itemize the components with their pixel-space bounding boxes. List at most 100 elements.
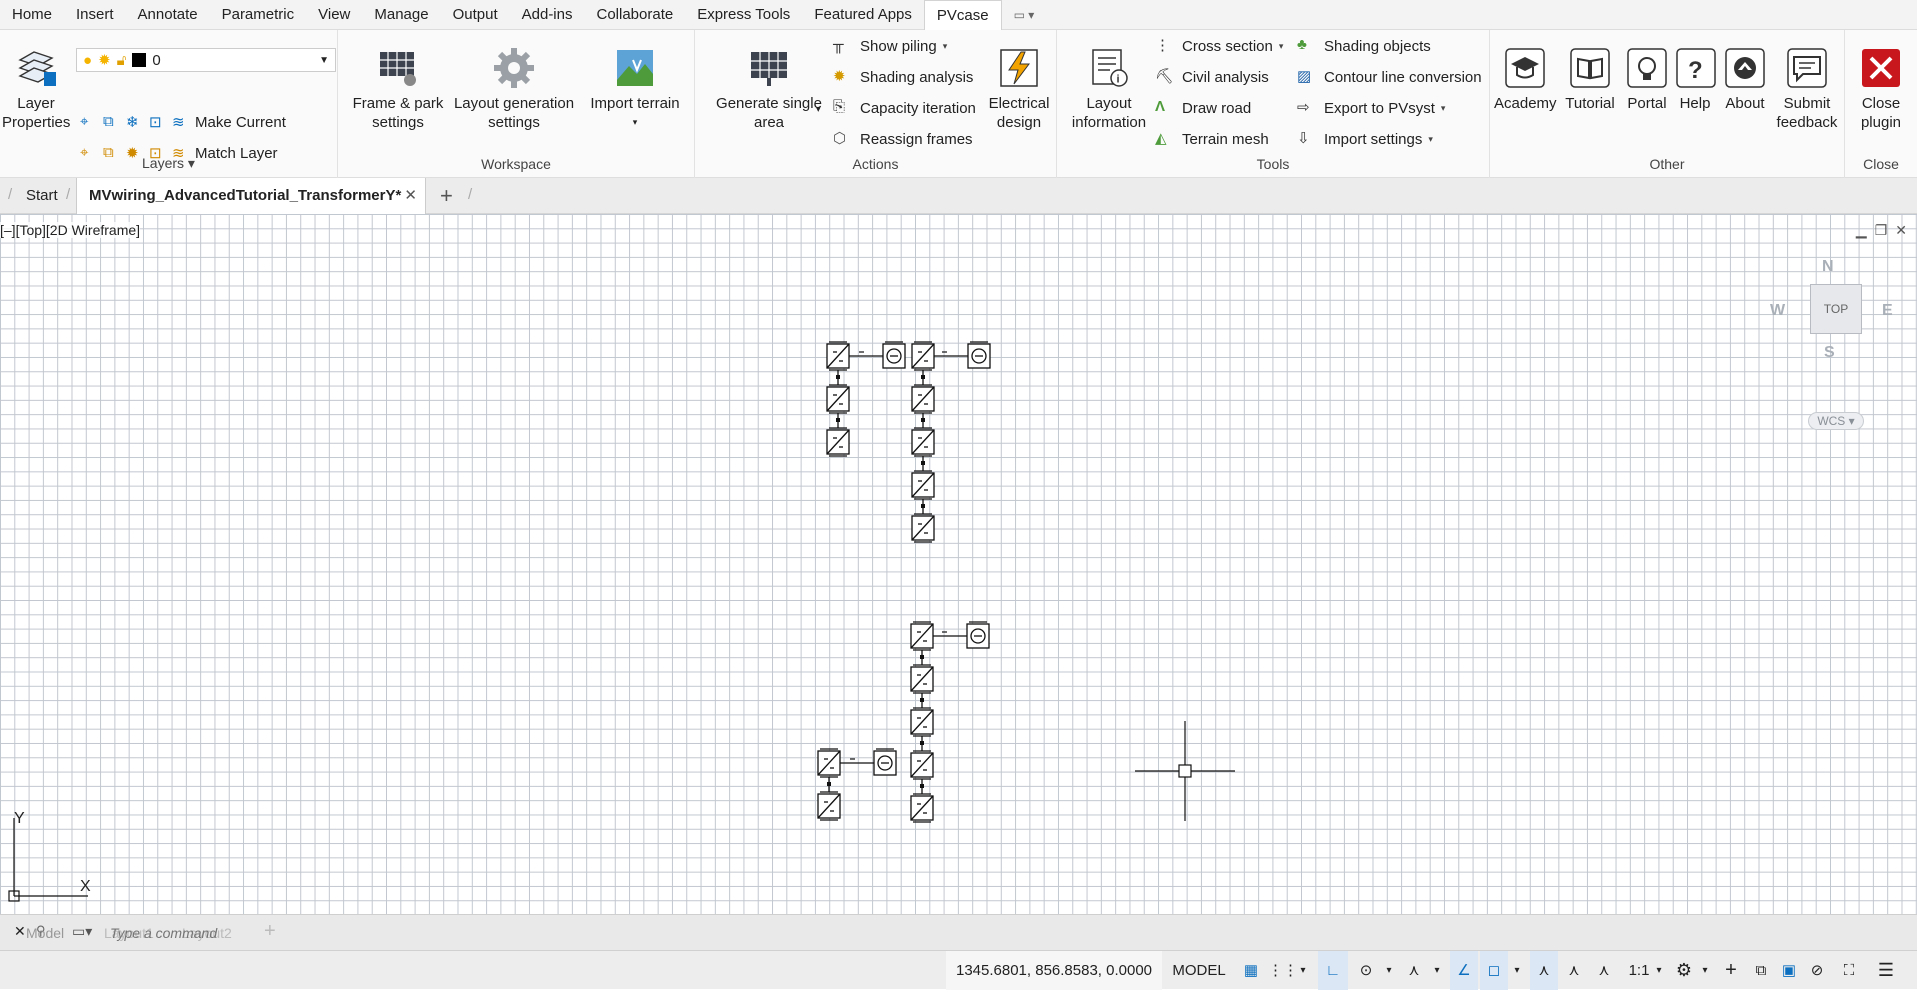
tutorial-button[interactable]: Tutorial: [1562, 46, 1618, 113]
cable-joint[interactable]: [920, 655, 924, 659]
layout-information-button[interactable]: i Layout information: [1063, 46, 1155, 132]
viewcube[interactable]: N W E TOP S: [1770, 258, 1893, 368]
annotation-scale-icon[interactable]: ⋏: [1590, 951, 1618, 990]
tab-insert[interactable]: Insert: [64, 0, 126, 30]
layer-off-icon[interactable]: ⧉: [103, 113, 121, 131]
clean-screen-icon[interactable]: ⊘: [1804, 951, 1830, 990]
tab-annotate[interactable]: Annotate: [126, 0, 210, 30]
plus-icon[interactable]: +: [1718, 951, 1744, 990]
reassign-frames-button[interactable]: ⬡ Reassign frames: [833, 127, 973, 151]
chevron-down-icon[interactable]: ▾: [1652, 951, 1666, 990]
viewcube-east-label[interactable]: E: [1882, 302, 1893, 320]
inverter-block[interactable]: [911, 341, 935, 371]
minimize-icon[interactable]: ▁: [1856, 222, 1867, 239]
viewcube-south-label[interactable]: S: [1824, 344, 1835, 362]
panel-title-layers[interactable]: Layers ▾: [0, 155, 337, 172]
close-plugin-button[interactable]: Close plugin: [1851, 46, 1911, 132]
viewcube-west-label[interactable]: W: [1770, 302, 1785, 320]
cable-joint[interactable]: [920, 784, 924, 788]
capacity-iteration-button[interactable]: ⎘ Capacity iteration: [833, 96, 976, 120]
layer-lock-icon[interactable]: ⊡: [149, 113, 167, 131]
chevron-down-icon[interactable]: ▾: [1510, 951, 1524, 990]
chevron-down-icon[interactable]: ▾: [1296, 951, 1310, 990]
inverter-block[interactable]: [910, 621, 934, 651]
command-close-icon[interactable]: ✕: [14, 923, 26, 940]
ortho-icon[interactable]: ∟: [1318, 951, 1348, 990]
import-settings-button[interactable]: ⇩ Import settings ▾: [1297, 127, 1433, 151]
cable-joint[interactable]: [921, 504, 925, 508]
inverter-block[interactable]: [910, 664, 934, 694]
academy-button[interactable]: Academy: [1494, 46, 1557, 113]
tab-add-ins[interactable]: Add-ins: [510, 0, 585, 30]
civil-analysis-button[interactable]: ⛏ Civil analysis: [1155, 65, 1269, 89]
draw-road-button[interactable]: Λ Draw road: [1155, 96, 1251, 120]
transformer-block[interactable]: [873, 748, 897, 776]
cable-joint[interactable]: [836, 375, 840, 379]
inverter-block[interactable]: [910, 707, 934, 737]
help-button[interactable]: ? Help: [1674, 46, 1716, 113]
terrain-mesh-button[interactable]: ◭ Terrain mesh: [1155, 127, 1269, 151]
gear-icon[interactable]: ⚙: [1670, 951, 1698, 990]
tab-output[interactable]: Output: [441, 0, 510, 30]
shading-analysis-button[interactable]: ✹ Shading analysis: [833, 65, 973, 89]
tab-home[interactable]: Home: [0, 0, 64, 30]
cable-joint[interactable]: [836, 418, 840, 422]
export-pvsyst-button[interactable]: ⇨ Export to PVsyst ▾: [1297, 96, 1445, 120]
tab-express-tools[interactable]: Express Tools: [685, 0, 802, 30]
inverter-block[interactable]: [817, 791, 841, 821]
add-layout-plus-icon[interactable]: +: [264, 920, 276, 943]
tab-pvcase[interactable]: PVcase: [923, 0, 1002, 30]
object-snap-icon[interactable]: ◻: [1480, 951, 1508, 990]
layer-properties-button[interactable]: Layer Properties: [2, 46, 70, 132]
inverter-block[interactable]: [910, 793, 934, 823]
submit-feedback-button[interactable]: Submit feedback: [1774, 46, 1840, 132]
contour-line-conversion-button[interactable]: ▨ Contour line conversion: [1297, 65, 1482, 89]
cable-joint[interactable]: [827, 782, 831, 786]
quick-access-dropdown-icon[interactable]: ▭ ▾: [1002, 8, 1047, 22]
close-viewport-icon[interactable]: ✕: [1895, 222, 1907, 239]
cable-joint[interactable]: [920, 741, 924, 745]
inverter-block[interactable]: [911, 384, 935, 414]
cable-joint[interactable]: [921, 461, 925, 465]
cross-section-button[interactable]: ⋮ Cross section ▾: [1155, 34, 1283, 58]
wcs-dropdown[interactable]: WCS ▾: [1808, 412, 1864, 430]
chevron-down-icon[interactable]: ▾: [1698, 951, 1712, 990]
recent-commands-icon[interactable]: ▭▾: [72, 923, 92, 940]
isolate-objects-icon[interactable]: ⧉: [1748, 951, 1774, 990]
inverter-block[interactable]: [826, 427, 850, 457]
make-current-button[interactable]: Make Current: [195, 114, 286, 131]
isodraft-icon[interactable]: ⋏: [1400, 951, 1428, 990]
tab-parametric[interactable]: Parametric: [210, 0, 307, 30]
drawing-viewport[interactable]: [–][Top][2D Wireframe] ▁ ❐ ✕ N W E TOP S…: [0, 214, 1917, 914]
frame-park-settings-button[interactable]: Frame & park settings: [344, 46, 452, 132]
viewcube-north-label[interactable]: N: [1822, 258, 1834, 276]
import-terrain-button[interactable]: Import terrain ▾: [580, 46, 690, 132]
inverter-block[interactable]: [910, 750, 934, 780]
cable-joint[interactable]: [920, 698, 924, 702]
show-piling-button[interactable]: ╥ Show piling ▾: [833, 34, 947, 58]
inverter-block[interactable]: [911, 470, 935, 500]
layout-tab-model[interactable]: Model: [26, 925, 64, 941]
object-snap-tracking-icon[interactable]: ∠: [1450, 951, 1478, 990]
new-tab-plus-icon[interactable]: +: [440, 178, 453, 214]
transformer-block[interactable]: [882, 341, 906, 369]
document-tab-active[interactable]: MVwiring_AdvancedTutorial_TransformerY* …: [76, 178, 426, 214]
layer-isolate-icon[interactable]: ⌖: [80, 113, 98, 131]
annotation-scale-value[interactable]: 1:1: [1626, 951, 1652, 990]
inverter-block[interactable]: [911, 427, 935, 457]
chevron-down-icon[interactable]: ▾: [816, 104, 821, 115]
auto-scale-icon[interactable]: ⋏: [1560, 951, 1588, 990]
cable-joint[interactable]: [921, 375, 925, 379]
model-space-toggle[interactable]: MODEL: [1172, 951, 1226, 990]
cable-joint[interactable]: [921, 418, 925, 422]
inverter-block[interactable]: [817, 748, 841, 778]
close-tab-icon[interactable]: ✕: [404, 178, 417, 214]
hardware-acceleration-icon[interactable]: ▣: [1776, 951, 1802, 990]
inverter-block[interactable]: [826, 341, 850, 371]
layer-freeze-icon[interactable]: ❄: [126, 113, 144, 131]
tab-featured-apps[interactable]: Featured Apps: [802, 0, 924, 30]
viewport-controls-label[interactable]: [–][Top][2D Wireframe]: [0, 222, 141, 238]
polar-icon[interactable]: ⊙: [1352, 951, 1380, 990]
shading-objects-button[interactable]: ♣ Shading objects: [1297, 34, 1431, 58]
transformer-block[interactable]: [966, 621, 990, 649]
